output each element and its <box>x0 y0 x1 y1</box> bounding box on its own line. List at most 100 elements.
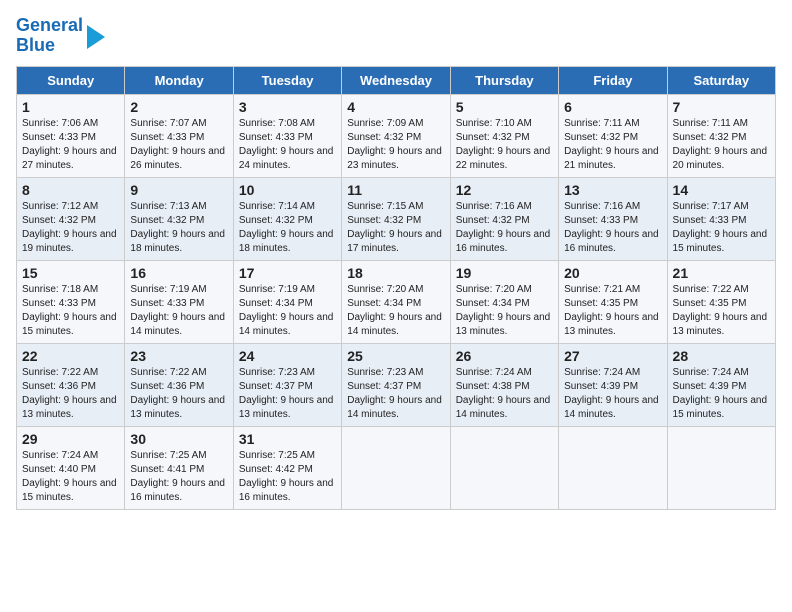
day-info: Sunrise: 7:22 AM Sunset: 4:36 PM Dayligh… <box>22 367 117 420</box>
calendar-cell: 11 Sunrise: 7:15 AM Sunset: 4:32 PM Dayl… <box>342 177 450 260</box>
calendar-cell: 21 Sunrise: 7:22 AM Sunset: 4:35 PM Dayl… <box>667 260 775 343</box>
day-number: 9 <box>130 182 227 198</box>
calendar-cell: 4 Sunrise: 7:09 AM Sunset: 4:32 PM Dayli… <box>342 94 450 177</box>
day-info: Sunrise: 7:14 AM Sunset: 4:32 PM Dayligh… <box>239 201 334 254</box>
day-info: Sunrise: 7:17 AM Sunset: 4:33 PM Dayligh… <box>673 201 768 254</box>
day-number: 8 <box>22 182 119 198</box>
calendar-cell: 2 Sunrise: 7:07 AM Sunset: 4:33 PM Dayli… <box>125 94 233 177</box>
day-number: 27 <box>564 348 661 364</box>
calendar-cell: 12 Sunrise: 7:16 AM Sunset: 4:32 PM Dayl… <box>450 177 558 260</box>
calendar-cell: 6 Sunrise: 7:11 AM Sunset: 4:32 PM Dayli… <box>559 94 667 177</box>
day-number: 7 <box>673 99 770 115</box>
calendar-cell: 17 Sunrise: 7:19 AM Sunset: 4:34 PM Dayl… <box>233 260 341 343</box>
day-number: 26 <box>456 348 553 364</box>
calendar-week-row: 29 Sunrise: 7:24 AM Sunset: 4:40 PM Dayl… <box>17 426 776 509</box>
calendar-week-row: 15 Sunrise: 7:18 AM Sunset: 4:33 PM Dayl… <box>17 260 776 343</box>
day-number: 29 <box>22 431 119 447</box>
calendar-week-row: 8 Sunrise: 7:12 AM Sunset: 4:32 PM Dayli… <box>17 177 776 260</box>
day-number: 13 <box>564 182 661 198</box>
day-number: 10 <box>239 182 336 198</box>
day-header-thursday: Thursday <box>450 66 558 94</box>
day-info: Sunrise: 7:10 AM Sunset: 4:32 PM Dayligh… <box>456 118 551 171</box>
logo: General Blue <box>16 16 105 56</box>
day-number: 20 <box>564 265 661 281</box>
calendar-cell: 15 Sunrise: 7:18 AM Sunset: 4:33 PM Dayl… <box>17 260 125 343</box>
day-number: 25 <box>347 348 444 364</box>
day-number: 4 <box>347 99 444 115</box>
calendar-cell: 3 Sunrise: 7:08 AM Sunset: 4:33 PM Dayli… <box>233 94 341 177</box>
day-number: 23 <box>130 348 227 364</box>
calendar-cell <box>342 426 450 509</box>
day-number: 11 <box>347 182 444 198</box>
calendar-cell: 20 Sunrise: 7:21 AM Sunset: 4:35 PM Dayl… <box>559 260 667 343</box>
day-info: Sunrise: 7:19 AM Sunset: 4:34 PM Dayligh… <box>239 284 334 337</box>
calendar-cell: 31 Sunrise: 7:25 AM Sunset: 4:42 PM Dayl… <box>233 426 341 509</box>
day-number: 24 <box>239 348 336 364</box>
calendar-cell: 29 Sunrise: 7:24 AM Sunset: 4:40 PM Dayl… <box>17 426 125 509</box>
calendar-cell: 30 Sunrise: 7:25 AM Sunset: 4:41 PM Dayl… <box>125 426 233 509</box>
day-number: 1 <box>22 99 119 115</box>
day-number: 6 <box>564 99 661 115</box>
day-info: Sunrise: 7:11 AM Sunset: 4:32 PM Dayligh… <box>564 118 659 171</box>
calendar-cell: 28 Sunrise: 7:24 AM Sunset: 4:39 PM Dayl… <box>667 343 775 426</box>
calendar-table: SundayMondayTuesdayWednesdayThursdayFrid… <box>16 66 776 510</box>
day-info: Sunrise: 7:11 AM Sunset: 4:32 PM Dayligh… <box>673 118 768 171</box>
calendar-cell: 27 Sunrise: 7:24 AM Sunset: 4:39 PM Dayl… <box>559 343 667 426</box>
day-info: Sunrise: 7:23 AM Sunset: 4:37 PM Dayligh… <box>347 367 442 420</box>
calendar-cell: 19 Sunrise: 7:20 AM Sunset: 4:34 PM Dayl… <box>450 260 558 343</box>
day-info: Sunrise: 7:24 AM Sunset: 4:40 PM Dayligh… <box>22 450 117 503</box>
day-number: 22 <box>22 348 119 364</box>
calendar-week-row: 1 Sunrise: 7:06 AM Sunset: 4:33 PM Dayli… <box>17 94 776 177</box>
day-header-sunday: Sunday <box>17 66 125 94</box>
calendar-cell: 16 Sunrise: 7:19 AM Sunset: 4:33 PM Dayl… <box>125 260 233 343</box>
calendar-cell: 1 Sunrise: 7:06 AM Sunset: 4:33 PM Dayli… <box>17 94 125 177</box>
day-info: Sunrise: 7:19 AM Sunset: 4:33 PM Dayligh… <box>130 284 225 337</box>
day-info: Sunrise: 7:15 AM Sunset: 4:32 PM Dayligh… <box>347 201 442 254</box>
calendar-cell: 25 Sunrise: 7:23 AM Sunset: 4:37 PM Dayl… <box>342 343 450 426</box>
day-info: Sunrise: 7:25 AM Sunset: 4:41 PM Dayligh… <box>130 450 225 503</box>
day-number: 16 <box>130 265 227 281</box>
day-info: Sunrise: 7:21 AM Sunset: 4:35 PM Dayligh… <box>564 284 659 337</box>
day-info: Sunrise: 7:24 AM Sunset: 4:39 PM Dayligh… <box>673 367 768 420</box>
day-number: 3 <box>239 99 336 115</box>
day-number: 31 <box>239 431 336 447</box>
day-number: 17 <box>239 265 336 281</box>
day-header-monday: Monday <box>125 66 233 94</box>
day-info: Sunrise: 7:12 AM Sunset: 4:32 PM Dayligh… <box>22 201 117 254</box>
calendar-cell: 7 Sunrise: 7:11 AM Sunset: 4:32 PM Dayli… <box>667 94 775 177</box>
day-number: 19 <box>456 265 553 281</box>
day-info: Sunrise: 7:20 AM Sunset: 4:34 PM Dayligh… <box>456 284 551 337</box>
calendar-cell <box>667 426 775 509</box>
day-info: Sunrise: 7:23 AM Sunset: 4:37 PM Dayligh… <box>239 367 334 420</box>
calendar-cell: 18 Sunrise: 7:20 AM Sunset: 4:34 PM Dayl… <box>342 260 450 343</box>
calendar-cell <box>450 426 558 509</box>
calendar-cell: 8 Sunrise: 7:12 AM Sunset: 4:32 PM Dayli… <box>17 177 125 260</box>
day-info: Sunrise: 7:16 AM Sunset: 4:33 PM Dayligh… <box>564 201 659 254</box>
calendar-cell: 14 Sunrise: 7:17 AM Sunset: 4:33 PM Dayl… <box>667 177 775 260</box>
day-info: Sunrise: 7:18 AM Sunset: 4:33 PM Dayligh… <box>22 284 117 337</box>
calendar-header-row: SundayMondayTuesdayWednesdayThursdayFrid… <box>17 66 776 94</box>
day-number: 5 <box>456 99 553 115</box>
day-number: 18 <box>347 265 444 281</box>
day-info: Sunrise: 7:06 AM Sunset: 4:33 PM Dayligh… <box>22 118 117 171</box>
calendar-body: 1 Sunrise: 7:06 AM Sunset: 4:33 PM Dayli… <box>17 94 776 509</box>
day-header-friday: Friday <box>559 66 667 94</box>
calendar-week-row: 22 Sunrise: 7:22 AM Sunset: 4:36 PM Dayl… <box>17 343 776 426</box>
day-number: 15 <box>22 265 119 281</box>
day-info: Sunrise: 7:16 AM Sunset: 4:32 PM Dayligh… <box>456 201 551 254</box>
day-header-wednesday: Wednesday <box>342 66 450 94</box>
logo-arrow-icon <box>87 25 105 49</box>
day-info: Sunrise: 7:22 AM Sunset: 4:36 PM Dayligh… <box>130 367 225 420</box>
day-number: 2 <box>130 99 227 115</box>
day-info: Sunrise: 7:24 AM Sunset: 4:38 PM Dayligh… <box>456 367 551 420</box>
day-number: 28 <box>673 348 770 364</box>
day-info: Sunrise: 7:22 AM Sunset: 4:35 PM Dayligh… <box>673 284 768 337</box>
day-number: 12 <box>456 182 553 198</box>
day-header-saturday: Saturday <box>667 66 775 94</box>
calendar-cell: 5 Sunrise: 7:10 AM Sunset: 4:32 PM Dayli… <box>450 94 558 177</box>
day-info: Sunrise: 7:07 AM Sunset: 4:33 PM Dayligh… <box>130 118 225 171</box>
calendar-cell: 22 Sunrise: 7:22 AM Sunset: 4:36 PM Dayl… <box>17 343 125 426</box>
logo-line1: General <box>16 16 83 36</box>
day-info: Sunrise: 7:13 AM Sunset: 4:32 PM Dayligh… <box>130 201 225 254</box>
day-info: Sunrise: 7:25 AM Sunset: 4:42 PM Dayligh… <box>239 450 334 503</box>
